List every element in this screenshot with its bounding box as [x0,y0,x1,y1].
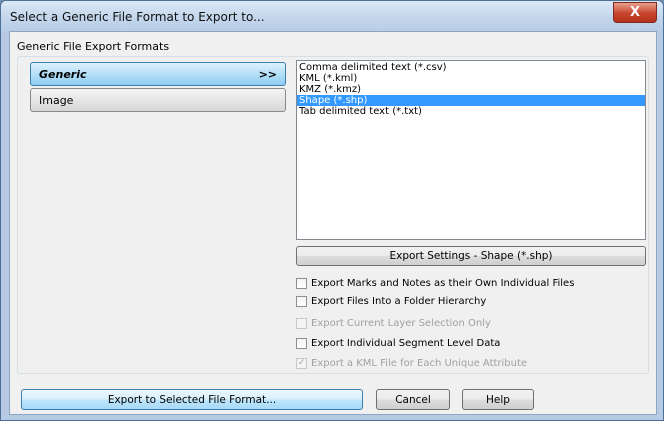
category-generic-label: Generic [39,67,87,81]
option-folder-hierarchy-row[interactable]: Export Files Into a Folder Hierarchy [296,294,486,308]
format-item-shp[interactable]: Shape (*.shp) [297,95,645,106]
option-kml-per-attribute-label: Export a KML File for Each Unique Attrib… [311,357,528,369]
group-label: Generic File Export Formats [17,40,170,53]
category-generic-button[interactable]: Generic >> [30,62,286,86]
option-folder-hierarchy-label: Export Files Into a Folder Hierarchy [311,295,487,307]
option-layer-selection-checkbox [296,317,307,329]
option-folder-hierarchy-checkbox[interactable] [296,295,307,307]
cancel-button[interactable]: Cancel [376,389,450,410]
format-item-txt[interactable]: Tab delimited text (*.txt) [297,106,645,117]
format-listbox[interactable]: Comma delimited text (*.csv) KML (*.kml)… [296,60,646,240]
close-icon: X [629,5,641,20]
option-kml-per-attribute-checkbox: ✓ [296,357,307,369]
option-layer-selection-row: Export Current Layer Selection Only [296,316,491,330]
option-kml-per-attribute-row: ✓ Export a KML File for Each Unique Attr… [296,356,527,370]
expand-arrows-icon: >> [258,67,277,81]
category-image-label: Image [39,93,74,107]
format-item-kmz[interactable]: KMZ (*.kmz) [297,84,645,95]
export-settings-button[interactable]: Export Settings - Shape (*.shp) [296,246,646,266]
checkmark-icon: ✓ [297,357,306,368]
option-marks-notes-row[interactable]: Export Marks and Notes as their Own Indi… [296,276,574,290]
category-image-button[interactable]: Image [30,88,286,112]
option-layer-selection-label: Export Current Layer Selection Only [311,317,491,329]
title-bar[interactable]: Select a Generic File Format to Export t… [1,1,663,31]
format-item-csv[interactable]: Comma delimited text (*.csv) [297,62,645,73]
option-segment-data-row[interactable]: Export Individual Segment Level Data [296,336,500,350]
close-button[interactable]: X [613,2,657,23]
format-item-kml[interactable]: KML (*.kml) [297,73,645,84]
help-button[interactable]: Help [462,389,534,410]
export-button[interactable]: Export to Selected File Format... [21,389,363,410]
option-marks-notes-checkbox[interactable] [296,277,307,289]
option-segment-data-checkbox[interactable] [296,337,307,349]
option-segment-data-label: Export Individual Segment Level Data [311,337,501,349]
option-marks-notes-label: Export Marks and Notes as their Own Indi… [311,277,575,289]
window-title: Select a Generic File Format to Export t… [10,10,265,24]
